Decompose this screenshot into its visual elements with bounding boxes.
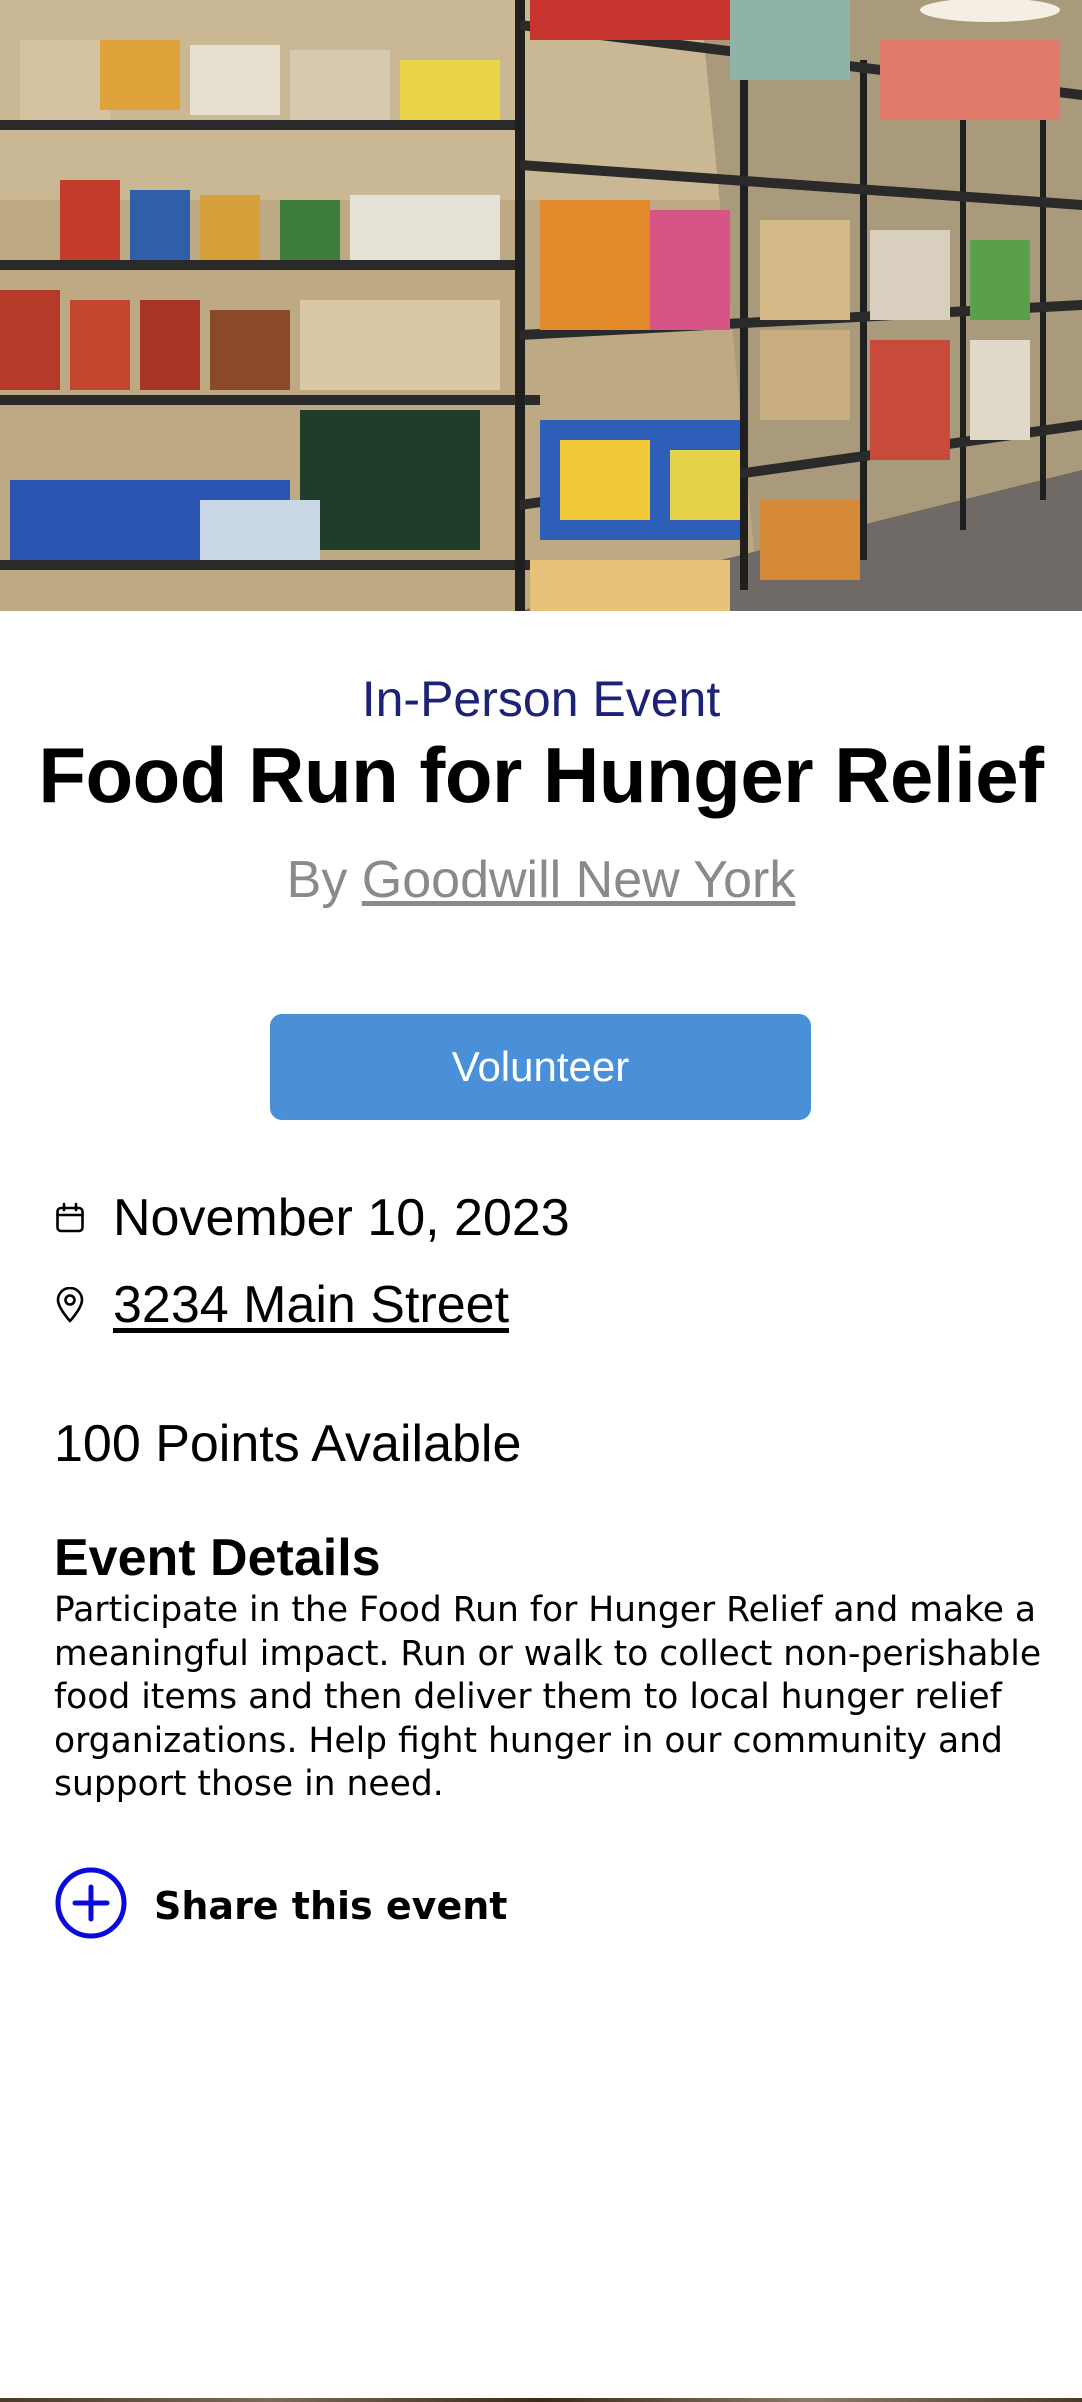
event-type-label: In-Person Event [361, 671, 721, 727]
volunteer-button[interactable]: Volunteer [270, 1014, 811, 1120]
points-available: 100 Points Available [54, 1415, 522, 1473]
plus-circle-icon [54, 1866, 128, 1945]
event-byline: By Goodwill New York [0, 848, 1082, 912]
byline-prefix: By [286, 851, 362, 909]
event-date: November 10, 2023 [113, 1189, 570, 1247]
event-date-row: November 10, 2023 [54, 1188, 570, 1248]
map-pin-icon [54, 1287, 86, 1323]
share-event-label: Share this event [154, 1883, 508, 1928]
event-location-row: 3234 Main Street [54, 1275, 509, 1335]
event-details-description: Participate in the Food Run for Hunger R… [54, 1590, 1042, 1804]
event-hero-image [0, 0, 1082, 611]
event-details-heading: Event Details [54, 1529, 381, 1587]
share-event-button[interactable]: Share this event [54, 1866, 507, 1945]
organizer-link[interactable]: Goodwill New York [362, 851, 796, 909]
bottom-edge-strip [0, 2398, 1082, 2402]
event-address-link[interactable]: 3234 Main Street [113, 1275, 509, 1335]
event-title: Food Run for Hunger Relief [38, 731, 1044, 819]
calendar-icon [54, 1200, 86, 1236]
food-pantry-shelves-photo [0, 0, 1082, 611]
